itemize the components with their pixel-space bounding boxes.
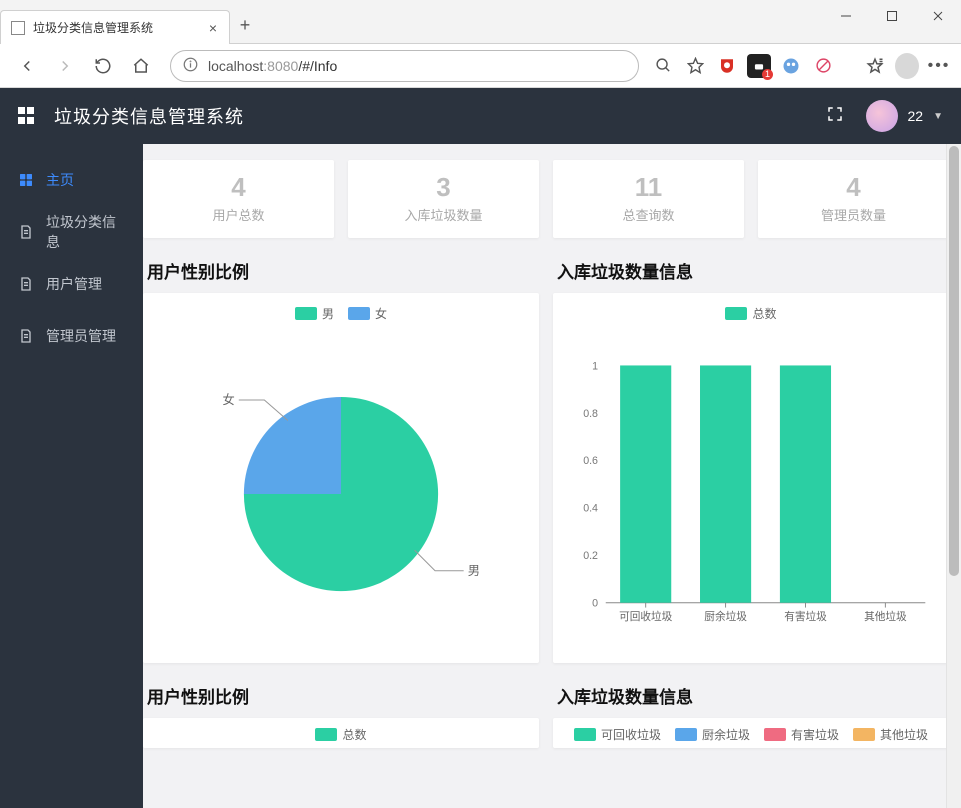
chart-card-bar: 总数 0 0.2 0.4 0.6 0.8 1 可回收垃圾 厨余垃圾 有害垃圾 其他垃圾	[553, 293, 949, 663]
window-maximize-button[interactable]	[869, 0, 915, 32]
sidebar-item-home[interactable]: 主页	[0, 154, 143, 206]
stat-label: 总查询数	[553, 205, 744, 224]
url-input[interactable]: localhost:8080/#/Info	[170, 50, 639, 82]
chart-card-bar2: 可回收垃圾 厨余垃圾 有害垃圾 其他垃圾	[553, 718, 949, 748]
legend-item[interactable]: 女	[348, 305, 387, 322]
chart-title-bar: 入库垃圾数量信息	[557, 258, 949, 283]
svg-text:可回收垃圾: 可回收垃圾	[619, 610, 673, 623]
stat-value: 3	[348, 172, 539, 203]
sidebar-item-admin-mgmt[interactable]: 管理员管理	[0, 310, 143, 362]
svg-text:0.4: 0.4	[583, 503, 598, 515]
chart-title-pie: 用户性别比例	[147, 258, 539, 283]
pie-chart: 女 男	[157, 328, 525, 650]
favorites-icon[interactable]	[863, 54, 887, 78]
extension-icon[interactable]: 1	[747, 54, 771, 78]
document-icon	[18, 276, 34, 292]
site-info-icon[interactable]	[183, 57, 198, 75]
ublock-extension-icon[interactable]	[715, 54, 739, 78]
app-logo-icon	[18, 107, 36, 125]
svg-text:0.2: 0.2	[583, 550, 598, 562]
nav-back-button[interactable]	[10, 49, 44, 83]
star-icon[interactable]	[683, 54, 707, 78]
vertical-scrollbar[interactable]	[946, 144, 961, 808]
chart-title-pie2: 用户性别比例	[147, 683, 539, 708]
svg-text:其他垃圾: 其他垃圾	[864, 610, 907, 623]
stat-label: 用户总数	[143, 205, 334, 224]
legend-pie: 男 女	[157, 305, 525, 322]
document-icon	[18, 328, 34, 344]
svg-text:女: 女	[222, 392, 234, 407]
sidebar-item-label: 管理员管理	[46, 326, 116, 346]
svg-text:1: 1	[592, 360, 598, 372]
stat-card-garbage: 3 入库垃圾数量	[348, 160, 539, 238]
app-title: 垃圾分类信息管理系统	[54, 103, 244, 129]
stat-value: 11	[553, 172, 744, 203]
extension-badge: 1	[762, 69, 773, 80]
username: 22	[908, 108, 924, 124]
more-icon[interactable]: •••	[927, 54, 951, 78]
sidebar-item-label: 主页	[46, 170, 74, 190]
extension-icon-3[interactable]	[811, 54, 835, 78]
sidebar-item-garbage-info[interactable]: 垃圾分类信息	[0, 206, 143, 258]
browser-tab[interactable]: 垃圾分类信息管理系统 ×	[0, 10, 230, 44]
chart-card-pie2: 总数	[143, 718, 539, 748]
document-icon	[18, 224, 34, 240]
legend-item[interactable]: 总数	[725, 305, 776, 322]
stat-label: 入库垃圾数量	[348, 205, 539, 224]
svg-text:厨余垃圾: 厨余垃圾	[704, 610, 747, 623]
avatar	[866, 100, 898, 132]
legend-bar: 总数	[567, 305, 935, 322]
stat-card-admins: 4 管理员数量	[758, 160, 949, 238]
stat-value: 4	[758, 172, 949, 203]
tab-title: 垃圾分类信息管理系统	[33, 19, 197, 36]
stat-card-users: 4 用户总数	[143, 160, 334, 238]
stat-card-queries: 11 总查询数	[553, 160, 744, 238]
sidebar-item-label: 用户管理	[46, 274, 102, 294]
chart-card-pie: 男 女 女 男	[143, 293, 539, 663]
legend-item[interactable]: 其他垃圾	[853, 726, 928, 743]
legend-pie2: 总数	[157, 726, 525, 743]
stat-value: 4	[143, 172, 334, 203]
home-icon	[18, 172, 34, 188]
bar-chart: 0 0.2 0.4 0.6 0.8 1 可回收垃圾 厨余垃圾 有害垃圾 其他垃圾	[567, 328, 935, 645]
stat-label: 管理员数量	[758, 205, 949, 224]
profile-icon[interactable]	[895, 54, 919, 78]
svg-text:男: 男	[468, 564, 480, 578]
nav-refresh-button[interactable]	[86, 49, 120, 83]
legend-item[interactable]: 可回收垃圾	[574, 726, 661, 743]
svg-text:有害垃圾: 有害垃圾	[784, 610, 827, 623]
chart-title-bar2: 入库垃圾数量信息	[557, 683, 949, 708]
nav-home-button[interactable]	[124, 49, 158, 83]
search-icon[interactable]	[651, 54, 675, 78]
sidebar: 主页 垃圾分类信息 用户管理 管理员管理	[0, 144, 143, 808]
svg-text:0.6: 0.6	[583, 455, 598, 467]
legend-item[interactable]: 男	[295, 305, 334, 322]
browser-titlebar: 垃圾分类信息管理系统 × +	[0, 0, 961, 44]
close-tab-icon[interactable]: ×	[205, 20, 221, 36]
legend-item[interactable]: 总数	[315, 726, 366, 743]
legend-bar2: 可回收垃圾 厨余垃圾 有害垃圾 其他垃圾	[567, 726, 935, 743]
user-menu[interactable]: 22 ▼	[866, 100, 943, 132]
url-text: localhost:8080/#/Info	[208, 58, 337, 74]
extension-icon-2[interactable]	[779, 54, 803, 78]
window-minimize-button[interactable]	[823, 0, 869, 32]
svg-text:0.8: 0.8	[583, 408, 598, 420]
app-header: 垃圾分类信息管理系统 22 ▼	[0, 88, 961, 144]
window-close-button[interactable]	[915, 0, 961, 32]
fullscreen-icon[interactable]	[826, 105, 844, 128]
legend-item[interactable]: 厨余垃圾	[675, 726, 750, 743]
page-icon	[11, 21, 25, 35]
svg-text:0: 0	[592, 598, 598, 610]
nav-forward-button[interactable]	[48, 49, 82, 83]
sidebar-item-user-mgmt[interactable]: 用户管理	[0, 258, 143, 310]
browser-addressbar: localhost:8080/#/Info 1 •••	[0, 44, 961, 88]
legend-item[interactable]: 有害垃圾	[764, 726, 839, 743]
main-content: 4 用户总数 3 入库垃圾数量 11 总查询数 4 管理员数量	[143, 144, 961, 808]
stat-row: 4 用户总数 3 入库垃圾数量 11 总查询数 4 管理员数量	[143, 160, 949, 238]
chevron-down-icon: ▼	[933, 111, 943, 122]
new-tab-button[interactable]: +	[230, 10, 260, 40]
sidebar-item-label: 垃圾分类信息	[46, 212, 125, 252]
